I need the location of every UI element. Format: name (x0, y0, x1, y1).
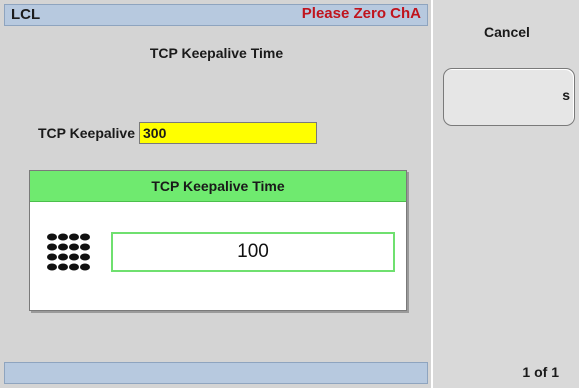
main-panel: LCL Please Zero ChA TCP Keepalive Time T… (0, 0, 433, 388)
status-bar: LCL Please Zero ChA (4, 4, 428, 26)
dialog-title: TCP Keepalive Time (30, 171, 406, 202)
status-message: Please Zero ChA (301, 5, 421, 22)
keypad-icon (46, 232, 90, 272)
tcp-keepalive-label: TCP Keepalive (38, 125, 136, 141)
tcp-keepalive-value-field[interactable]: 300 (139, 122, 318, 144)
tcp-keepalive-field-row: TCP Keepalive 300 (38, 121, 318, 145)
cancel-softkey[interactable]: Cancel (435, 0, 579, 64)
instrument-screen: LCL Please Zero ChA TCP Keepalive Time T… (0, 0, 579, 388)
seconds-softkey[interactable]: s (443, 68, 575, 126)
seconds-softkey-label: s (562, 87, 570, 103)
bottom-status-bar (4, 362, 428, 384)
keepalive-entry-dialog: TCP Keepalive Time 100 (29, 170, 407, 311)
mode-indicator: LCL (11, 6, 41, 23)
softkey-panel: Cancel s 1 of 1 (435, 0, 579, 388)
keepalive-input[interactable]: 100 (111, 232, 395, 272)
page-indicator: 1 of 1 (522, 364, 559, 380)
page-title: TCP Keepalive Time (149, 45, 284, 61)
